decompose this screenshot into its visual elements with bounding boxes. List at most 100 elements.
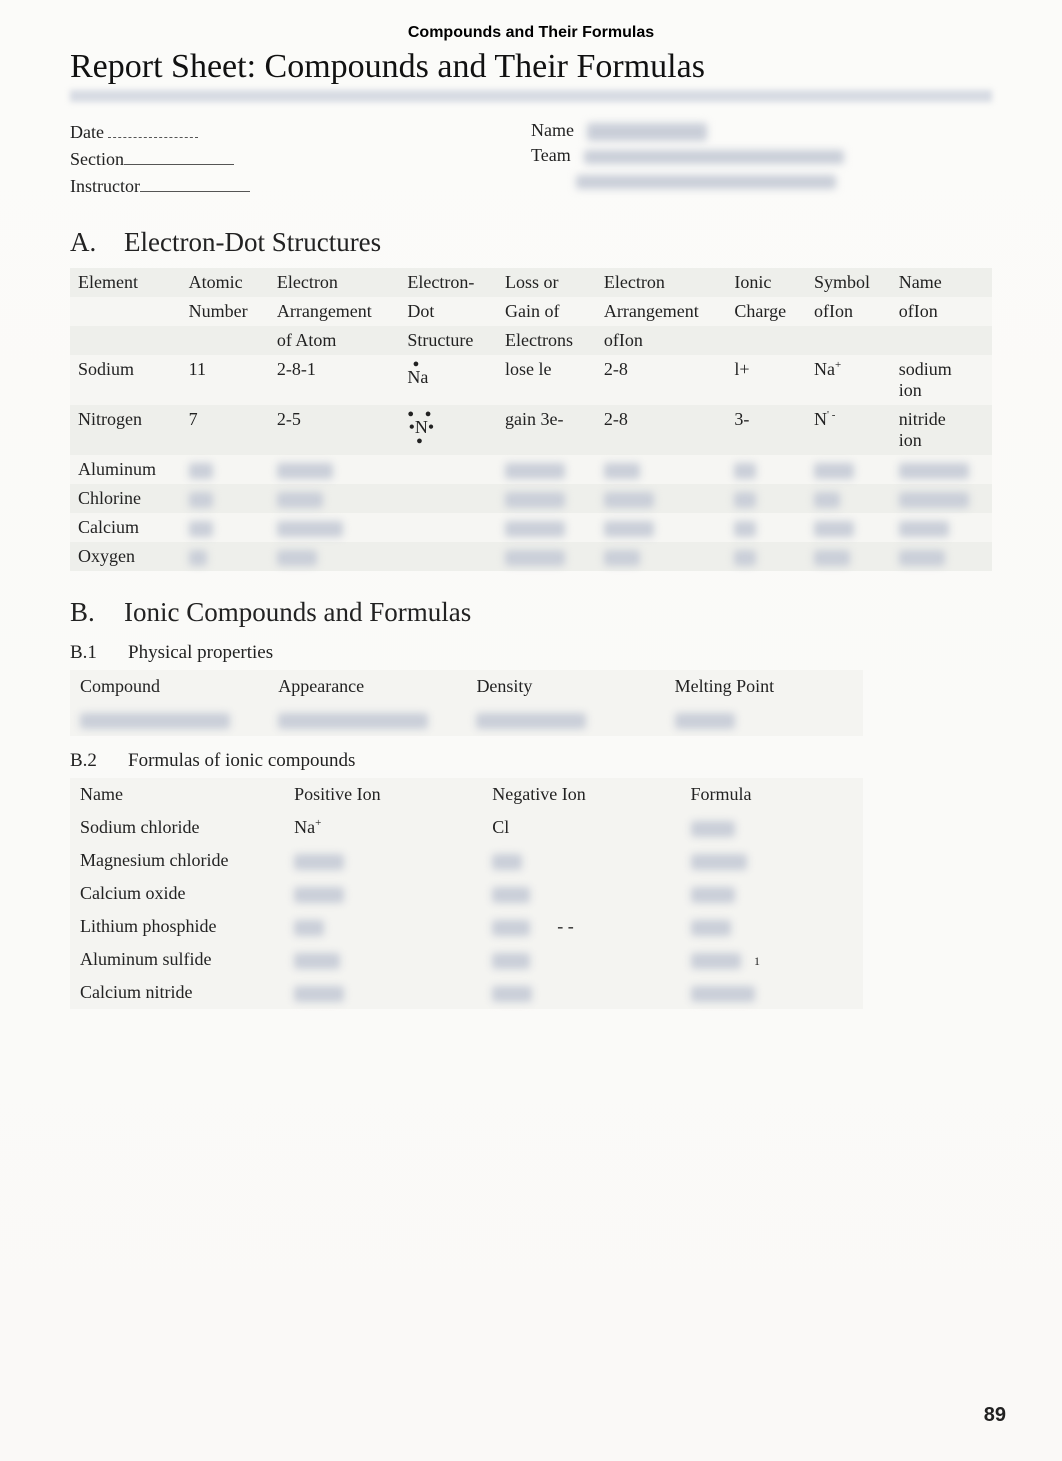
section-a-title: Electron-Dot Structures [124,227,381,257]
redacted-cell [899,550,945,566]
col-ionic-2: Charge [726,297,806,326]
b2-col-pos: Positive Ion [284,778,482,811]
oxygen-element: Oxygen [70,542,181,571]
col-arr-1: Electron [269,268,400,297]
b1-title: Physical properties [128,642,273,663]
b2-subhead: B.2Formulas of ionic compounds [70,750,992,772]
redacted-cell [189,550,207,566]
instructor-label: Instructor [70,176,140,196]
redacted-cell [675,713,735,729]
b2-row-aluminum-sulfide: Aluminum sulfide 1 [70,943,863,976]
redacted-cell [492,854,522,870]
b1-number: B.1 [70,642,128,664]
redacted-cell [189,521,213,537]
b1-subhead: B.1Physical properties [70,642,992,664]
electron-dot-table: Element Atomic Electron Electron- Loss o… [70,268,992,571]
table-row-nitrogen: Nitrogen 7 2-5 ● ● •N• ● gain 3e- 2-8 3-… [70,405,992,455]
sodium-dot-symbol: Na [407,368,428,386]
col-loss-3: Electrons [497,326,596,355]
sodium-ion-name: sodium ion [891,355,992,405]
nitrogen-element: Nitrogen [70,405,181,455]
redacted-cell [492,953,530,969]
sodium-symbol: Na+ [806,355,891,405]
section-label: Section [70,149,124,169]
redacted-cell [492,920,530,936]
col-arr-3: of Atom [269,326,400,355]
nitrogen-arrangement: 2-5 [269,405,400,455]
b2-title: Formulas of ionic compounds [128,750,355,771]
table-row-chlorine: Chlorine [70,484,992,513]
calcium-element: Calcium [70,513,181,542]
date-blank[interactable] [108,120,198,138]
b2-lip-name: Lithium phosphide [70,910,284,943]
aluminum-element: Aluminum [70,455,181,484]
redacted-cell [734,521,756,537]
redacted-cell [277,521,343,537]
title-underline-decoration [70,90,992,102]
col-name-1: Name [891,268,992,297]
sodium-loss: lose le [497,355,596,405]
table-row-aluminum: Aluminum [70,455,992,484]
ionic-formulas-table: Name Positive Ion Negative Ion Formula S… [70,778,863,1009]
redacted-cell [691,887,735,903]
info-block: Date Section Instructor Name Team [70,116,992,201]
b2-col-neg: Negative Ion [482,778,680,811]
b2-nacl-neg: Cl [482,811,680,844]
b1-col-appearance: Appearance [268,670,466,703]
col-loss-1: Loss or [497,268,596,297]
b2-col-name: Name [70,778,284,811]
date-label: Date [70,122,104,142]
redacted-cell [899,521,949,537]
b2-cao-name: Calcium oxide [70,877,284,910]
b1-col-compound: Compound [70,670,268,703]
col-atomic-2: Number [181,297,269,326]
redacted-cell [899,492,969,508]
extra-redacted [576,175,836,189]
section-b-heading: B.Ionic Compounds and Formulas [70,597,992,628]
redacted-cell [604,463,640,479]
nitrogen-loss: gain 3e- [497,405,596,455]
b2-can-name: Calcium nitride [70,976,284,1009]
col-sym-2: ofIon [806,297,891,326]
redacted-cell [734,492,756,508]
redacted-cell [691,821,735,837]
nitrogen-ion-name: nitride ion [891,405,992,455]
b2-als-formula-extra: 1 [754,954,760,968]
section-blank[interactable] [124,147,234,165]
name-value-redacted [587,123,707,141]
redacted-cell [734,550,756,566]
redacted-cell [277,463,333,479]
table-a-header-row-2: Number Arrangement Dot Gain of Arrangeme… [70,297,992,326]
b2-row-magnesium-chloride: Magnesium chloride [70,844,863,877]
b2-lip-neg-extra: - - [557,916,574,936]
col-arr2-1: Electron [596,268,727,297]
b2-row-lithium-phosphide: Lithium phosphide - - [70,910,863,943]
nitrogen-atomic: 7 [181,405,269,455]
redacted-cell [294,920,324,936]
section-line: Section [70,147,531,170]
b2-nacl-pos: Na+ [284,811,482,844]
b1-header-row: Compound Appearance Density Melting Poin… [70,670,863,703]
redacted-cell [604,492,654,508]
section-a-heading: A.Electron-Dot Structures [70,227,992,258]
redacted-cell [814,463,854,479]
sodium-arr-ion: 2-8 [596,355,727,405]
extra-redacted-line [531,170,992,191]
redacted-cell [691,854,747,870]
nitrogen-symbol: N' - [806,405,891,455]
section-a-letter: A. [70,227,124,258]
redacted-cell [734,463,756,479]
team-line: Team [531,145,992,166]
instructor-blank[interactable] [140,174,250,192]
col-loss-2: Gain of [497,297,596,326]
redacted-cell [691,986,755,1002]
nitrogen-dot: ● ● •N• ● [399,405,497,455]
redacted-cell [505,550,565,566]
redacted-cell [492,986,532,1002]
sodium-arrangement: 2-8-1 [269,355,400,405]
b2-row-calcium-nitride: Calcium nitride [70,976,863,1009]
table-row-oxygen: Oxygen [70,542,992,571]
page-title: Report Sheet: Compounds and Their Formul… [70,48,992,86]
redacted-cell [814,521,854,537]
col-sym-1: Symbol [806,268,891,297]
